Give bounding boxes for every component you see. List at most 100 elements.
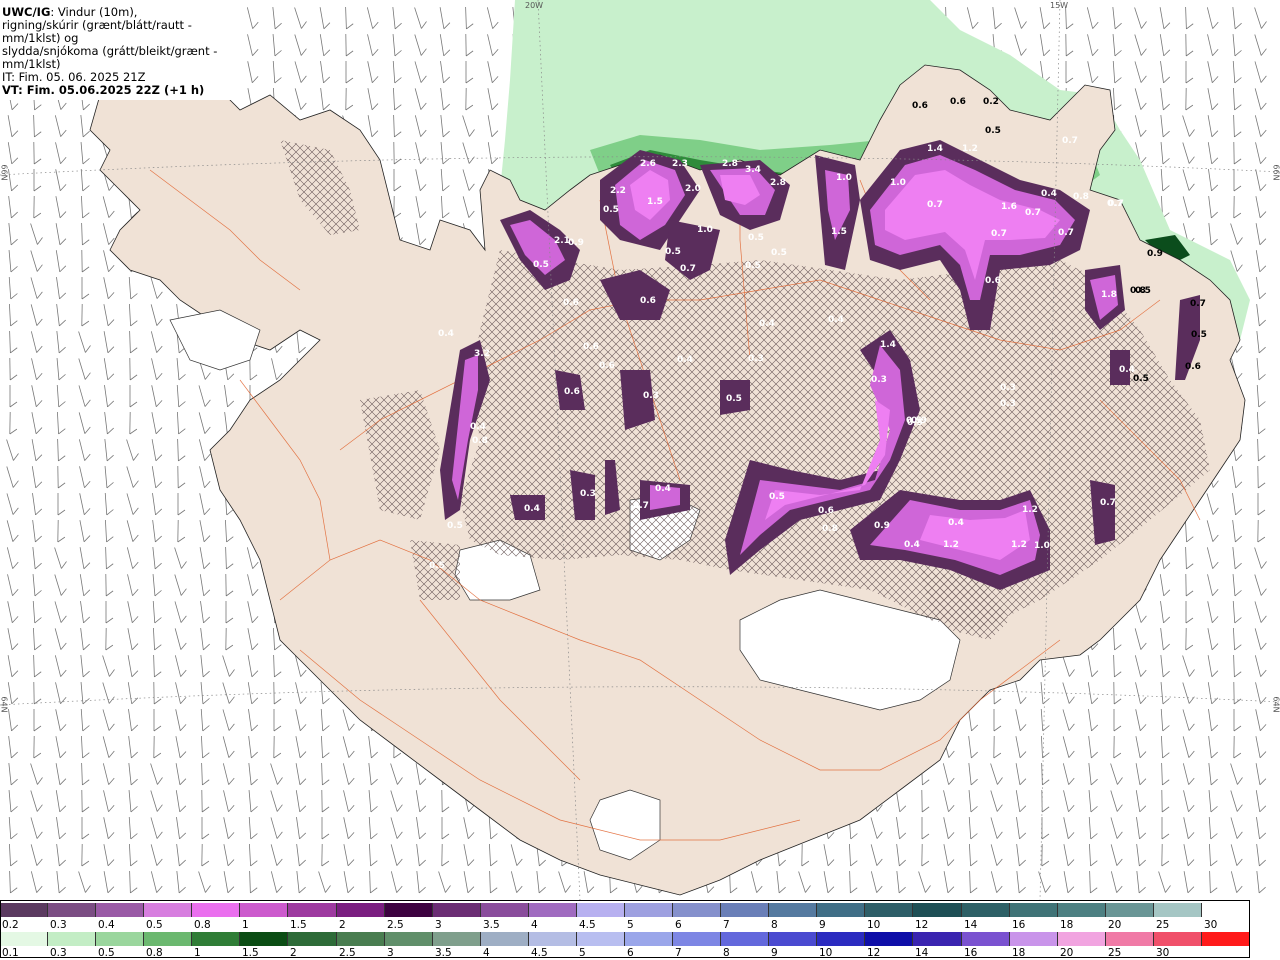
snow-colorbar <box>0 903 1251 917</box>
precip-value-label: 0.5 <box>907 418 923 428</box>
precip-value-label: 0.7 <box>680 264 696 274</box>
colorbar-label: 4.5 <box>579 919 596 931</box>
precip-value-label: 1.0 <box>697 225 713 235</box>
colorbar-label: 1.5 <box>290 919 307 931</box>
colorbar-swatch <box>673 932 722 946</box>
lat-label-66n-left: 66N <box>0 164 9 181</box>
colorbar-label: 25 <box>1108 947 1122 959</box>
colorbar-label: 0.2 <box>2 919 19 931</box>
colorbar-swatch <box>913 932 962 946</box>
title-line-2: rigning/skúrir (grænt/blátt/rautt - mm/1… <box>2 18 192 45</box>
colorbar-label: 30 <box>1156 947 1170 959</box>
precip-value-label: 0.9 <box>568 238 584 248</box>
colorbar-swatch <box>817 932 866 946</box>
colorbar-label: 1.5 <box>242 947 259 959</box>
colorbar-label: 4 <box>531 919 538 931</box>
colorbar-label: 10 <box>867 919 881 931</box>
precip-value-label: 0.7 <box>1190 299 1206 309</box>
colorbar-swatch <box>96 903 145 917</box>
precip-value-label: 0.8 <box>1073 192 1089 202</box>
colorbar-swatch <box>48 903 97 917</box>
precip-value-label: 0.5 <box>745 261 761 271</box>
precip-value-label: 0.5 <box>726 394 742 404</box>
lat-label-64n-right: 64N <box>1271 696 1280 713</box>
colorbar-swatch <box>1153 903 1202 917</box>
precip-value-label: 0.6 <box>912 101 928 111</box>
colorbar-swatch <box>144 932 193 946</box>
precip-value-label: 0.3 <box>580 489 596 499</box>
precip-value-label: 0.9 <box>1147 249 1163 259</box>
precip-value-label: 0.7 <box>633 501 649 511</box>
colorbar-swatch <box>817 903 866 917</box>
colorbar-swatch <box>1009 903 1058 917</box>
colorbar-label: 1 <box>194 947 201 959</box>
precip-value-label: 0.7 <box>927 200 943 210</box>
precip-value-label: 0.3 <box>1000 399 1016 409</box>
colorbar-label: 3.5 <box>483 919 500 931</box>
snow-colorbar-labels: 0.2 0.3 0.4 0.5 0.8 1 1.5 2 2.5 3 3.5 4 4.5 5 6 7 8 9 10 12… <box>0 919 1280 931</box>
colorbar-label: 10 <box>819 947 833 959</box>
colorbar-label: 1 <box>242 919 249 931</box>
colorbar-label: 30 <box>1204 919 1218 931</box>
colorbar-swatch <box>721 932 770 946</box>
precip-value-label: 0.4 <box>655 484 671 494</box>
colorbar-label: 25 <box>1156 919 1170 931</box>
colorbar-swatch <box>769 903 818 917</box>
colorbar-label: 6 <box>675 919 682 931</box>
colorbar-label: 9 <box>819 919 826 931</box>
precip-value-label: 2.6 <box>640 159 656 169</box>
colorbar-swatch <box>1057 932 1106 946</box>
precip-value-label: 0.6 <box>599 361 615 371</box>
rain-colorbar <box>0 932 1251 946</box>
colorbar-swatch <box>961 903 1010 917</box>
colorbar-label: 2.5 <box>339 947 356 959</box>
precip-value-label: 0.4 <box>948 518 964 528</box>
precip-value-label: 1.0 <box>836 173 852 183</box>
colorbar-swatch <box>625 903 674 917</box>
colorbar-swatch <box>1105 932 1154 946</box>
precip-value-label: 1.0 <box>1034 541 1050 551</box>
colorbar-label: 8 <box>771 919 778 931</box>
colorbar-swatch <box>913 903 962 917</box>
colorbar-label: 3 <box>387 947 394 959</box>
precip-value-label: 1.2 <box>1011 540 1027 550</box>
precip-value-label: 1.8 <box>1101 290 1117 300</box>
colorbar-label: 8 <box>723 947 730 959</box>
colorbar-swatch <box>625 932 674 946</box>
colorbar-label: 0.8 <box>146 947 163 959</box>
precip-value-label: 2.8 <box>770 178 786 188</box>
precip-value-label: 0.8 <box>822 524 838 534</box>
precip-value-label: 0.6 <box>818 506 834 516</box>
colorbar-label: 14 <box>915 947 929 959</box>
precip-value-label: 0.7 <box>1107 199 1123 209</box>
precip-value-label: 0.6 <box>950 97 966 107</box>
colorbar-label: 12 <box>915 919 929 931</box>
precip-value-label: 0.4 <box>1041 189 1057 199</box>
colorbar-swatch <box>528 932 577 946</box>
colorbar-swatch <box>432 903 481 917</box>
colorbar-label: 20 <box>1108 919 1122 931</box>
colorbar-label: 2 <box>339 919 346 931</box>
precip-value-label: 0.4 <box>470 422 486 432</box>
precip-value-label: 1.6 <box>1001 202 1017 212</box>
colorbar-swatch <box>721 903 770 917</box>
colorbar-swatch <box>1201 932 1251 946</box>
precip-value-label: 0.5 <box>771 248 787 258</box>
precip-value-label: 1.0 <box>890 178 906 188</box>
colorbar-label: 9 <box>771 947 778 959</box>
precip-value-label: 2.0 <box>685 184 701 194</box>
precip-value-label: 0.5 <box>748 233 764 243</box>
precip-value-label: 0.3 <box>643 391 659 401</box>
precip-value-label: 0.3 <box>871 375 887 385</box>
colorbar-label: 7 <box>723 919 730 931</box>
title-line-3: slydda/snjókoma (grátt/bleikt/grænt - mm… <box>2 44 218 71</box>
colorbar-label: 18 <box>1060 919 1074 931</box>
colorbar-swatch <box>240 932 289 946</box>
colorbar-swatch <box>192 932 241 946</box>
precip-value-label: 1.2 <box>943 540 959 550</box>
precip-value-label: 0.5 <box>447 521 463 531</box>
precip-value-label: 0.8 <box>472 436 488 446</box>
precip-value-label: 0.4 <box>904 540 920 550</box>
colorbar-label: 18 <box>1012 947 1026 959</box>
precip-value-label: 0.3 <box>748 354 764 364</box>
